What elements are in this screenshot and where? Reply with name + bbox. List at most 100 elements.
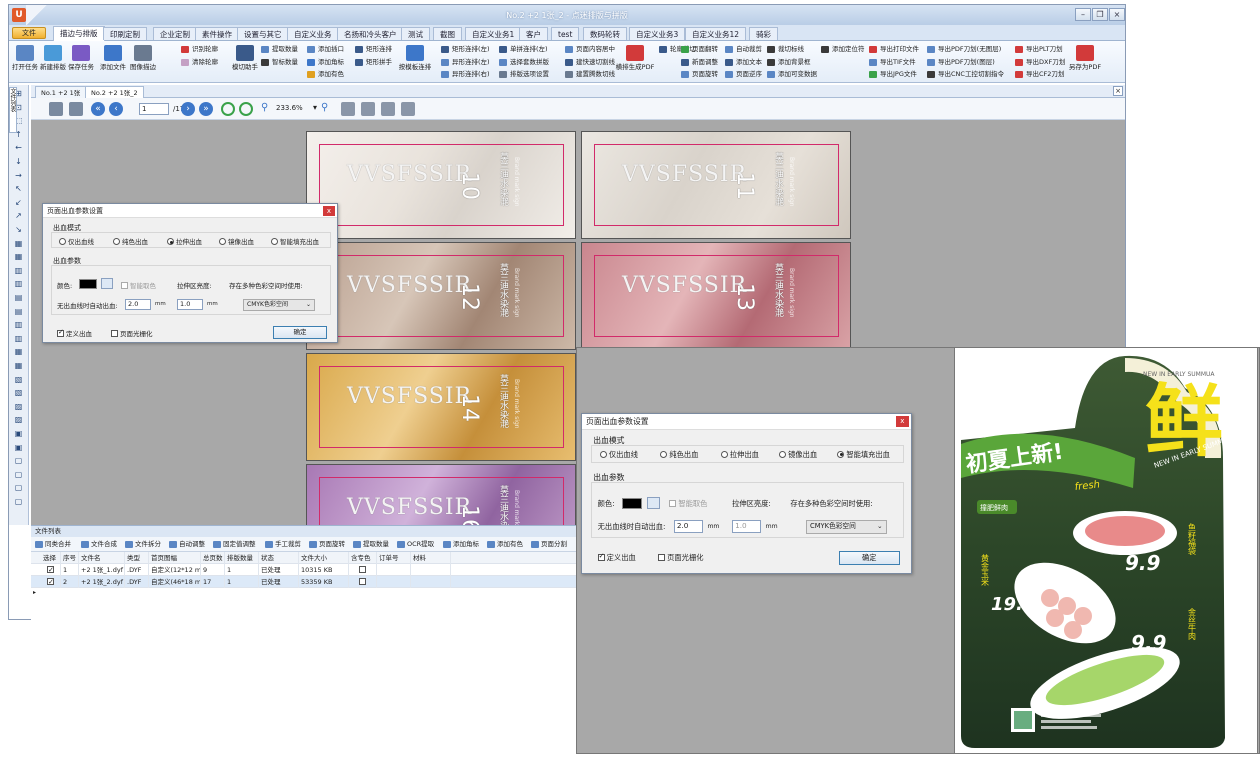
ribbon-button-4[interactable]: 智标数量 [261,57,298,68]
last-page-icon[interactable]: » [199,102,213,116]
doc-tab-1[interactable]: No.1 +2 1张 [35,86,87,98]
dialog-close-button[interactable]: x [895,416,909,428]
minimize-button[interactable]: – [1075,8,1091,21]
ribbon-button-18[interactable]: 建快速切割线 [565,57,615,68]
file-tool-4[interactable]: 固定值调整 [213,539,256,550]
tool-icon-20[interactable]: ▦ [13,361,24,371]
rotate-right-icon[interactable] [239,102,253,116]
ribbon-big-button-2[interactable]: 保存任务 [67,43,95,81]
menu-tab-11[interactable]: test [551,27,580,40]
tool-icon-30[interactable]: ▢ [13,497,24,507]
ribbon-button-39[interactable]: 导出DXF刀划 [1015,57,1065,68]
menu-tab-3[interactable]: 素件操作 [195,27,239,40]
ribbon-button-13[interactable]: 异形连排(右) [441,69,490,80]
menu-tab-4[interactable]: 设置与其它 [237,27,289,40]
menu-tab-1[interactable]: 印刷定制 [103,27,147,40]
zoom-out-icon[interactable]: ⚲ [321,102,328,113]
layout-card-3[interactable]: VVSFSSIR 13 莫兰迪水染滟 Brand mark sign [581,242,851,350]
tool-icon-11[interactable]: ▦ [13,239,24,249]
raster-checkbox[interactable]: 页面光栅化 [111,328,153,338]
dialog-close-button[interactable]: x [323,206,335,216]
rotate-left-icon[interactable] [221,102,235,116]
bleed-mode-radio-1[interactable]: 纯色出血 [113,236,148,246]
layout-card-1[interactable]: VVSFSSIR 11 莫兰迪水染滟 Brand mark sign [581,131,851,239]
bleed-mode-radio-3[interactable]: 镜像出血 [219,236,254,246]
bleed-mode-radio-3[interactable]: 镜像出血 [779,450,817,460]
zoom-dropdown-icon[interactable]: ▾ [313,103,317,112]
custom-bleed-checkbox[interactable]: 定义出血 [57,328,92,338]
ribbon-button-1[interactable]: 清除轮廓 [181,57,218,68]
layout-card-0[interactable]: VVSFSSIR 10 莫兰迪水染滟 Brand mark sign [306,131,576,239]
prev-icon[interactable]: ‹ [109,102,123,116]
smart-pick-checkbox[interactable]: 智能取色 [121,280,156,290]
ribbon-button-9[interactable]: 矩形拼手 [355,57,392,68]
ribbon-button-10[interactable]: 按模板连排 [399,43,431,81]
row-checkbox-icon[interactable] [47,576,54,588]
align-left-icon[interactable] [341,102,355,116]
ribbon-button-41[interactable]: 另存为PDF [1069,43,1101,81]
tool-icon-10[interactable]: ↘ [13,225,24,235]
maximize-button[interactable]: ❐ [1092,8,1108,21]
bleed-color-swatch[interactable] [79,279,97,289]
custom-bleed-checkbox[interactable]: 定义出血 [597,552,636,563]
file-tool-10[interactable]: 添加有色 [487,539,523,550]
tool-icon-29[interactable]: ▢ [13,483,24,493]
ribbon-button-38[interactable]: 导出PLT刀划 [1015,44,1063,55]
ribbon-button-22[interactable]: 页面翻转 [681,44,718,55]
bleed-mode-radio-0[interactable]: 仅出血线 [59,236,94,246]
table-row[interactable]: 1+2 1张_1.dyf.DYF自定义(12*12 mm)91已处理10315 … [31,564,591,576]
bleed-mode-radio-2[interactable]: 拉伸出血 [720,450,759,460]
table-row[interactable]: 2+2 1张_2.dyf.DYF自定义(46*18 mm)171已处理53359… [31,576,591,588]
ribbon-button-11[interactable]: 矩形连排(左) [441,44,490,55]
tool-icon-17[interactable]: ▥ [13,320,24,330]
ribbon-button-8[interactable]: 矩形连排 [355,44,392,55]
ribbon-button-24[interactable]: 页面旋转 [681,69,718,80]
bleed-mode-radio-4[interactable]: 智能填充出血 [837,450,890,460]
table-cell[interactable] [349,576,377,588]
ribbon-button-15[interactable]: 选择套数拼版 [499,57,549,68]
tool-icon-28[interactable]: ▢ [13,470,24,480]
file-list-side-tab[interactable]: 文件列表 [9,87,17,133]
menu-tab-9[interactable]: 自定义业务1 [465,27,522,40]
bleed-mode-radio-4[interactable]: 智能填充出血 [271,236,319,246]
ribbon-button-14[interactable]: 单拼连排(左) [499,44,548,55]
raster-checkbox[interactable]: 页面光栅化 [658,553,703,563]
menu-tab-5[interactable]: 自定义业务 [287,27,339,40]
file-tool-5[interactable]: 手工裁剪 [265,539,301,550]
ribbon-button-34[interactable]: 导出JPG文件 [869,69,917,80]
ribbon-button-26[interactable]: 添加文本 [725,57,762,68]
tool-icon-27[interactable]: ▢ [13,456,24,466]
bleed-mode-radio-2[interactable]: 拉伸出血 [167,236,202,246]
tool-icon-25[interactable]: ▣ [13,429,24,439]
tool-icon-9[interactable]: ↗ [13,211,24,221]
bleed-color-swatch[interactable] [622,498,643,510]
ribbon-button-32[interactable]: 导出打印文件 [869,44,919,55]
tool-icon-5[interactable]: ↓ [13,157,24,167]
zoom-level[interactable]: 233.6% [276,104,303,112]
ribbon-big-button-1[interactable]: 新建排版 [39,43,67,81]
file-tool-0[interactable]: 同类合并 [35,539,71,550]
first-page-icon[interactable]: « [91,102,105,116]
page-number-input[interactable]: 1 [139,103,169,115]
tool-icon-24[interactable]: ▨ [13,415,24,425]
layout-card-4[interactable]: VVSFSSIR 14 莫兰迪水染滟 Brand mark sign [306,353,576,461]
tool-icon-12[interactable]: ▦ [13,252,24,262]
tool-icon-13[interactable]: ▥ [13,266,24,276]
tool-icon-6[interactable]: → [13,171,24,181]
table-cell[interactable] [41,576,61,588]
layout-card-2[interactable]: VVSFSSIR 12 莫兰迪水染滟 Brand mark sign [306,242,576,350]
color-space-select[interactable]: CMYK色彩空间 ⌄ [806,520,887,534]
menu-tab-10[interactable]: 客户 [519,27,548,40]
ribbon-button-2[interactable]: 模切助手 [231,43,259,81]
ribbon-button-3[interactable]: 提取数量 [261,44,298,55]
eyedropper-icon[interactable] [646,496,661,510]
spot-color-checkbox-icon[interactable] [359,566,366,573]
menu-tab-14[interactable]: 自定义业务12 [685,27,747,40]
tool-icon-26[interactable]: ▣ [13,443,24,453]
tool-icon-4[interactable]: ← [13,143,24,153]
menu-tab-2[interactable]: 企业定制 [153,27,197,40]
file-tool-3[interactable]: 自动调整 [169,539,205,550]
ribbon-button-6[interactable]: 添加角标 [307,57,344,68]
file-tool-1[interactable]: 文件合成 [81,539,117,550]
prev-page-icon[interactable] [49,102,63,116]
